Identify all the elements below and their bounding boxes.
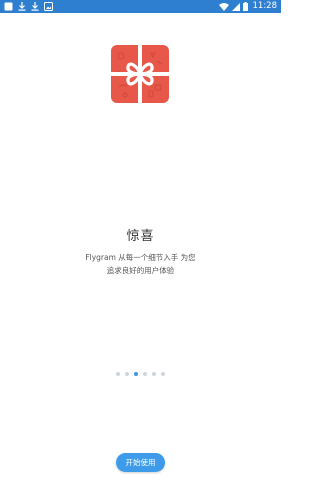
page-title: 惊喜 [126, 229, 155, 244]
page-dot[interactable] [116, 372, 120, 376]
description-line: 追求良好的用户体验 [106, 266, 175, 275]
status-time: 11:28 [252, 1, 278, 11]
battery-icon [242, 2, 248, 11]
status-bar: 11:28 [0, 0, 281, 13]
system-icons: 11:28 [218, 0, 278, 13]
download-icon [31, 2, 39, 11]
start-button[interactable]: 开始使用 [116, 453, 165, 472]
wifi-icon [218, 2, 229, 11]
page-dot-active[interactable] [134, 372, 138, 376]
page-dot[interactable] [125, 372, 129, 376]
page-dot[interactable] [143, 372, 147, 376]
feature-description: Flygram 从每一个细节入手 为您 追求良好的用户体验 [0, 251, 281, 277]
page-dot[interactable] [152, 372, 156, 376]
notification-square-icon [4, 2, 13, 11]
page-indicator [0, 372, 281, 376]
image-notification-icon [44, 2, 53, 11]
gift-box-icon [111, 45, 169, 103]
notification-icons [4, 1, 53, 12]
description-line: Flygram 从每一个细节入手 为您 [85, 253, 196, 262]
page-dot[interactable] [161, 372, 165, 376]
cellular-signal-icon [231, 2, 240, 11]
download-icon [18, 2, 26, 11]
